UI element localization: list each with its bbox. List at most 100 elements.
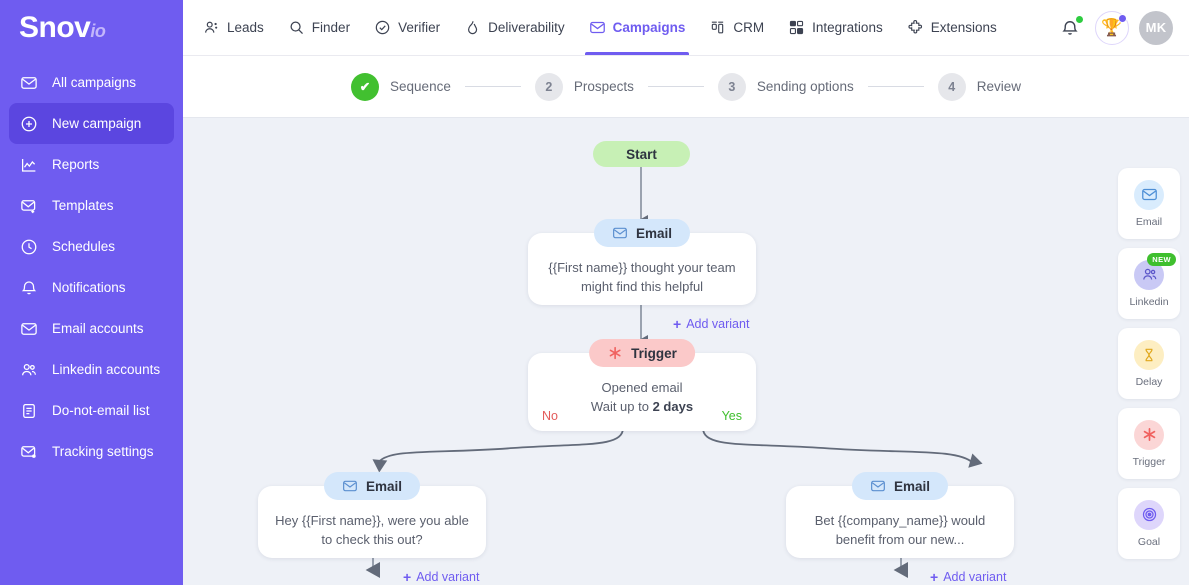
add-variant-label: Add variant: [416, 570, 480, 584]
toolbox-item-delay[interactable]: Delay: [1118, 328, 1180, 399]
tab-campaigns[interactable]: Campaigns: [577, 0, 698, 55]
plus-icon: +: [673, 316, 682, 332]
tab-leads[interactable]: Leads: [191, 0, 276, 55]
email-node-pill: Email: [593, 219, 691, 247]
tab-crm[interactable]: CRM: [697, 0, 776, 55]
step-connector: [867, 86, 924, 87]
add-variant-email-no-branch[interactable]: + Add variant: [403, 569, 479, 585]
app-root: Snovio All campaigns New campaign Report…: [0, 0, 1189, 585]
sidebar-item-label: Do-not-email list: [52, 403, 150, 418]
step-sequence[interactable]: ✔ Sequence: [351, 72, 451, 101]
add-variant-email-1[interactable]: + Add variant: [673, 316, 749, 332]
email-node-pill-label: Email: [893, 478, 931, 494]
step-label: Review: [976, 79, 1021, 94]
sidebar-item-templates[interactable]: Templates: [9, 185, 174, 226]
flow-node-start[interactable]: Start: [593, 141, 690, 167]
step-connector: [647, 86, 704, 87]
search-icon: [288, 19, 305, 36]
puzzle-icon: [907, 19, 924, 36]
check-circle-icon: [374, 19, 391, 36]
notifications-button[interactable]: [1055, 13, 1085, 43]
flow-node-trigger[interactable]: Trigger Opened email Wait up to 2 days N…: [528, 339, 756, 431]
envelope-icon: [870, 478, 886, 494]
sidebar-item-linkedin-accounts[interactable]: Linkedin accounts: [9, 349, 174, 390]
document-icon: [19, 401, 39, 421]
left-sidebar: Snovio All campaigns New campaign Report…: [0, 0, 183, 585]
bell-icon: [19, 278, 39, 298]
envelope-icon: [19, 73, 39, 93]
toolbox-item-email[interactable]: Email: [1118, 168, 1180, 239]
trigger-wait-value: 2 days: [652, 398, 694, 414]
brand-name: Snov: [19, 11, 91, 44]
sidebar-item-all-campaigns[interactable]: All campaigns: [9, 62, 174, 103]
sidebar-nav-list: All campaigns New campaign Reports Templ…: [0, 62, 183, 472]
sidebar-item-label: Tracking settings: [52, 444, 154, 459]
toolbox-item-trigger[interactable]: Trigger: [1118, 408, 1180, 479]
sidebar-item-reports[interactable]: Reports: [9, 144, 174, 185]
step-prospects[interactable]: 2 Prospects: [534, 72, 634, 101]
new-badge: NEW: [1147, 253, 1176, 266]
step-circle-sending-options: 3: [717, 72, 746, 101]
grid-icon: [788, 19, 805, 36]
tab-label: Verifier: [398, 20, 441, 35]
brand-logo[interactable]: Snovio: [0, 0, 183, 56]
rewards-button[interactable]: 🏆: [1095, 10, 1129, 45]
envelope-icon: [1134, 179, 1164, 210]
brand-suffix: io: [90, 21, 106, 41]
toolbox-item-linkedin[interactable]: NEW Linkedin: [1118, 248, 1180, 319]
email-node-pill-label: Email: [635, 225, 673, 241]
envelope-dot-icon: [19, 442, 39, 462]
tab-deliverability[interactable]: Deliverability: [452, 0, 577, 55]
trigger-condition: Opened email: [601, 380, 683, 395]
email-node-pill-label: Email: [365, 478, 403, 494]
tab-integrations[interactable]: Integrations: [776, 0, 895, 55]
flow-node-email-no-branch[interactable]: Email Hey {{First name}}, were you able …: [258, 472, 486, 558]
tab-extensions[interactable]: Extensions: [895, 0, 1009, 55]
step-review[interactable]: 4 Review: [937, 72, 1021, 101]
step-label: Sending options: [756, 79, 854, 94]
envelope-icon: [19, 319, 39, 339]
rewards-badge: [1118, 13, 1127, 23]
tab-verifier[interactable]: Verifier: [362, 0, 452, 55]
notifications-badge: [1075, 14, 1084, 24]
flow-node-email-yes-branch[interactable]: Email Bet {{company_name}} would benefit…: [786, 472, 1014, 558]
step-number: 4: [948, 79, 956, 94]
email-node-pill: Email: [851, 472, 949, 500]
envelope-plus-icon: [19, 196, 39, 216]
toolbox-item-goal[interactable]: Goal: [1118, 488, 1180, 559]
sidebar-item-do-not-email-list[interactable]: Do-not-email list: [9, 390, 174, 431]
tab-label: Finder: [311, 20, 351, 35]
plus-circle-icon: [19, 114, 39, 134]
sidebar-item-email-accounts[interactable]: Email accounts: [9, 308, 174, 349]
sidebar-item-label: Linkedin accounts: [52, 362, 161, 377]
sidebar-item-label: Notifications: [52, 280, 126, 295]
brand-logo-text: Snovio: [19, 11, 106, 44]
add-variant-label: Add variant: [943, 570, 1007, 584]
sidebar-item-tracking-settings[interactable]: Tracking settings: [9, 431, 174, 472]
sidebar-item-label: Templates: [52, 198, 114, 213]
sidebar-item-schedules[interactable]: Schedules: [9, 226, 174, 267]
tab-label: Leads: [227, 20, 264, 35]
avatar-initials: MK: [1145, 20, 1167, 35]
plus-icon: +: [930, 569, 939, 585]
trigger-wait-prefix: Wait up to: [590, 398, 653, 414]
flow-node-email-1[interactable]: Email {{First name}} thought your team m…: [528, 219, 756, 305]
toolbox-item-label: Linkedin: [1129, 295, 1169, 308]
toolbox-item-label: Trigger: [1132, 455, 1166, 468]
sidebar-item-notifications[interactable]: Notifications: [9, 267, 174, 308]
add-variant-email-yes-branch[interactable]: + Add variant: [930, 569, 1006, 585]
step-circle-sequence: ✔: [351, 72, 380, 101]
asterisk-icon: [1134, 419, 1164, 450]
tab-finder[interactable]: Finder: [276, 0, 362, 55]
step-circle-prospects: 2: [534, 72, 563, 101]
envelope-icon: [589, 19, 606, 36]
sequence-canvas[interactable]: Start Email {{First name}} thought your …: [183, 118, 1189, 585]
tab-label: Integrations: [812, 20, 883, 35]
sidebar-item-new-campaign[interactable]: New campaign: [9, 103, 174, 144]
trigger-node-pill-label: Trigger: [631, 345, 677, 361]
step-number: 3: [728, 79, 736, 94]
people-icon: [19, 360, 39, 380]
start-node-label: Start: [626, 146, 657, 162]
step-sending-options[interactable]: 3 Sending options: [717, 72, 854, 101]
avatar[interactable]: MK: [1139, 10, 1173, 45]
